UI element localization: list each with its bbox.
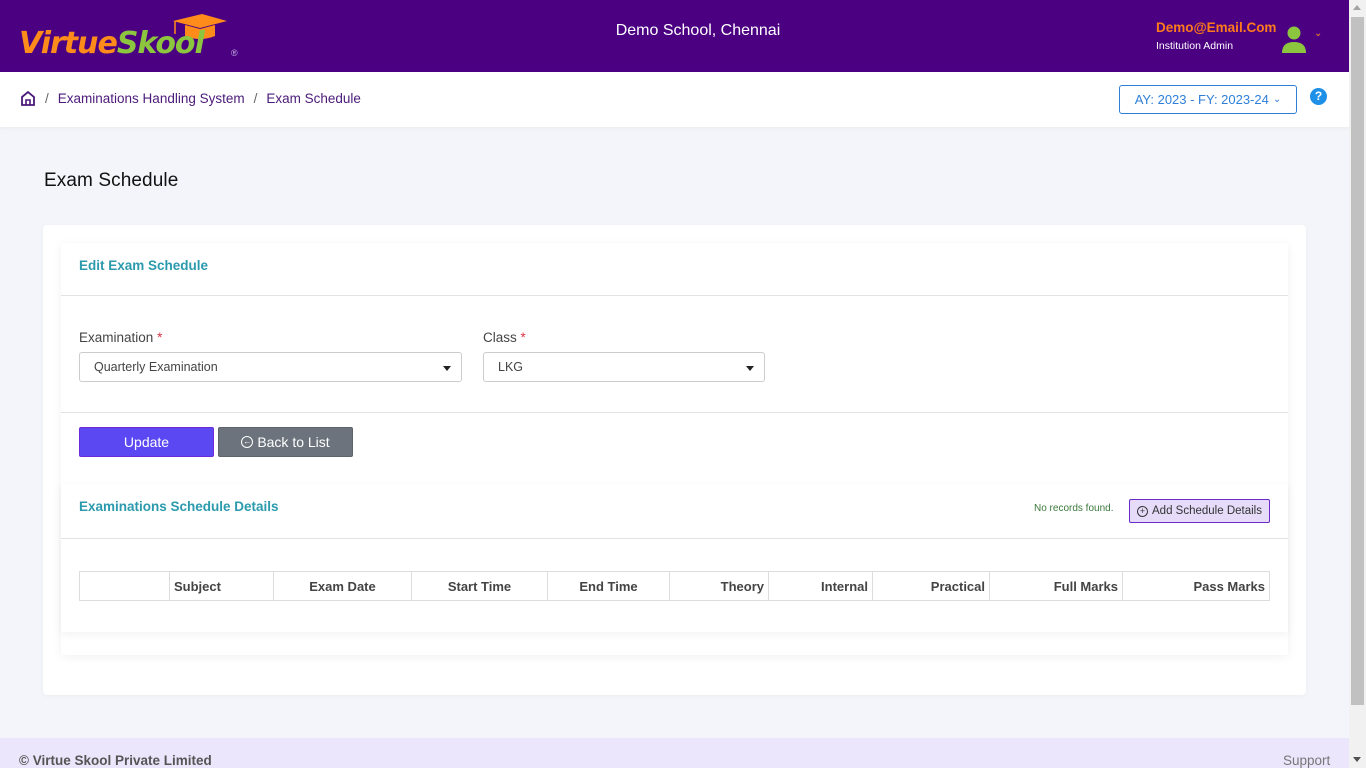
class-select-value: LKG <box>498 360 524 374</box>
breadcrumb: / Examinations Handling System / Exam Sc… <box>20 90 361 106</box>
column-header-subject[interactable]: Subject <box>169 571 274 601</box>
chevron-down-icon: ⌄ <box>1272 94 1282 105</box>
class-field: Class * LKG <box>483 329 765 382</box>
column-header-pass-marks[interactable]: Pass Marks <box>1122 571 1270 601</box>
column-header-theory[interactable]: Theory <box>669 571 769 601</box>
column-header-end-time[interactable]: End Time <box>547 571 670 601</box>
caret-down-icon <box>443 366 451 371</box>
examination-select[interactable]: Quarterly Examination <box>79 352 462 382</box>
scroll-down-arrow-icon[interactable] <box>1353 757 1361 762</box>
edit-exam-schedule-card: Edit Exam Schedule Examination * Quarter… <box>61 243 1288 655</box>
footer: © Virtue Skool Private Limited Support <box>0 738 1349 768</box>
examination-field: Examination * Quarterly Examination <box>79 329 462 382</box>
home-icon[interactable] <box>20 90 36 106</box>
examination-select-value: Quarterly Examination <box>94 360 218 374</box>
examination-label: Examination * <box>79 330 163 345</box>
add-schedule-details-label: Add Schedule Details <box>1152 505 1262 517</box>
breadcrumb-exam-schedule: Exam Schedule <box>266 90 361 106</box>
top-header: VirtueSkool ® Demo School, Chennai Demo@… <box>0 0 1349 72</box>
page-title: Exam Schedule <box>44 170 179 191</box>
column-header-start-time[interactable]: Start Time <box>411 571 548 601</box>
caret-down-icon <box>746 366 754 371</box>
class-select[interactable]: LKG <box>483 352 765 382</box>
table-header-row: Subject Exam Date Start Time End Time Th… <box>79 571 1270 601</box>
back-to-list-label: Back to List <box>257 434 330 450</box>
user-email: Demo@Email.Com <box>1156 20 1277 35</box>
class-label: Class * <box>483 330 526 345</box>
page-scrollbar[interactable] <box>1349 0 1366 768</box>
academic-year-value: AY: 2023 - FY: 2023-24 <box>1134 92 1269 107</box>
column-header-select <box>79 571 170 601</box>
scroll-up-arrow-icon[interactable] <box>1353 5 1361 10</box>
update-button[interactable]: Update <box>79 427 214 457</box>
copyright: © Virtue Skool Private Limited <box>19 753 212 768</box>
schedule-details-title: Examinations Schedule Details <box>79 499 279 514</box>
arrow-left-circle-icon: ← <box>241 436 254 448</box>
column-header-exam-date[interactable]: Exam Date <box>273 571 412 601</box>
help-icon[interactable]: ? <box>1310 88 1327 105</box>
user-avatar-icon[interactable] <box>1281 25 1307 53</box>
schedule-details-header: Examinations Schedule Details No records… <box>61 484 1288 539</box>
schedule-table: Subject Exam Date Start Time End Time Th… <box>79 571 1270 601</box>
card-title: Edit Exam Schedule <box>79 258 209 273</box>
academic-year-select[interactable]: AY: 2023 - FY: 2023-24 ⌄ <box>1119 85 1297 114</box>
required-marker: * <box>520 330 526 345</box>
breadcrumb-bar: / Examinations Handling System / Exam Sc… <box>0 72 1349 127</box>
breadcrumb-separator: / <box>45 90 49 106</box>
breadcrumb-examinations-handling-system[interactable]: Examinations Handling System <box>58 91 245 106</box>
schedule-details-card: Examinations Schedule Details No records… <box>61 484 1288 632</box>
registered-mark: ® <box>231 48 238 58</box>
support-link[interactable]: Support <box>1283 753 1330 768</box>
user-role: Institution Admin <box>1156 40 1234 52</box>
back-to-list-button[interactable]: ← Back to List <box>218 427 353 457</box>
column-header-practical[interactable]: Practical <box>872 571 990 601</box>
add-schedule-details-button[interactable]: + Add Schedule Details <box>1129 499 1270 523</box>
card-header: Edit Exam Schedule <box>61 243 1288 296</box>
main-card: Edit Exam Schedule Examination * Quarter… <box>43 225 1306 695</box>
column-header-internal[interactable]: Internal <box>768 571 873 601</box>
plus-circle-icon: + <box>1137 505 1149 517</box>
required-marker: * <box>157 330 163 345</box>
scroll-thumb[interactable] <box>1351 17 1364 705</box>
no-records-status: No records found. <box>1034 503 1114 514</box>
column-header-full-marks[interactable]: Full Marks <box>989 571 1123 601</box>
breadcrumb-separator: / <box>253 90 258 106</box>
chevron-down-icon[interactable]: ⌄ <box>1314 28 1322 39</box>
user-menu[interactable]: Demo@Email.Com Institution Admin <box>1156 20 1276 52</box>
divider <box>61 412 1288 413</box>
